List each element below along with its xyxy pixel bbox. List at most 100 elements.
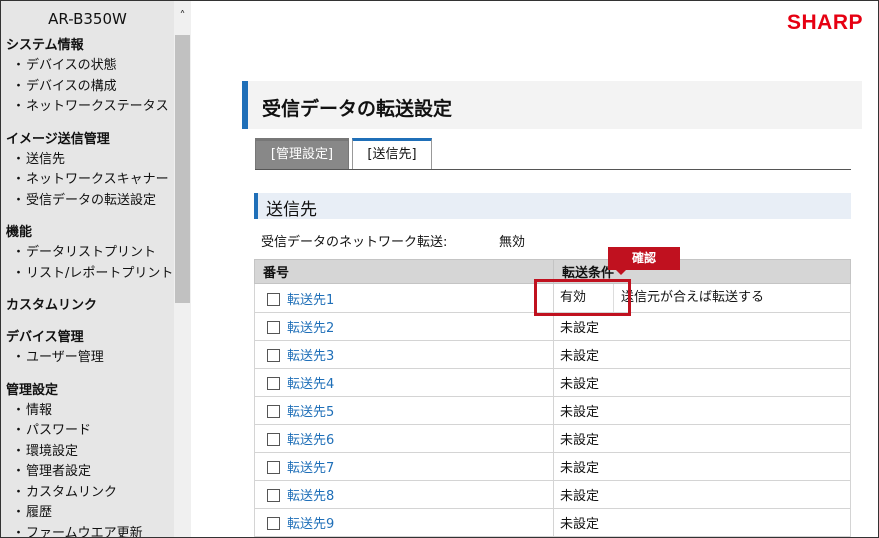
- condition-cell: 未設定: [553, 312, 851, 341]
- section-title: 送信先: [266, 200, 317, 220]
- sidebar-item-label: デバイスの構成: [26, 78, 117, 94]
- bullet-icon: ・: [12, 464, 26, 479]
- destination-link[interactable]: 転送先8: [287, 489, 334, 504]
- sidebar-scrollbar[interactable]: ˄: [174, 1, 191, 537]
- section-header: 送信先: [254, 193, 851, 220]
- destination-cell: 転送先3: [254, 340, 554, 369]
- sidebar-item[interactable]: ・カスタムリンク: [1, 483, 174, 504]
- bullet-icon: ・: [12, 402, 26, 418]
- row-checkbox[interactable]: [267, 292, 280, 306]
- chevron-up-icon[interactable]: ˄: [174, 1, 191, 35]
- column-header-number[interactable]: 番号: [254, 259, 554, 284]
- bullet-icon: ・: [12, 443, 26, 459]
- bullet-icon: ・: [12, 78, 26, 94]
- sidebar-item[interactable]: ・デバイスの構成: [1, 77, 174, 98]
- condition-cell: 未設定: [553, 396, 851, 425]
- sidebar-item[interactable]: ・デバイスの状態: [1, 56, 174, 77]
- bullet-icon: ・: [12, 58, 26, 73]
- nav-group: イメージ送信管理 ・送信先 ・ネットワークスキャナー ・受信データの転送設定: [1, 130, 174, 212]
- sidebar-item[interactable]: ・情報: [1, 401, 174, 422]
- scroll-thumb[interactable]: [175, 35, 190, 303]
- destination-cell: 転送先1: [254, 283, 554, 313]
- sidebar-item[interactable]: ・パスワード: [1, 421, 174, 442]
- sidebar-item-label: ネットワークスキャナー: [26, 172, 169, 187]
- destination-link[interactable]: 転送先4: [287, 377, 334, 392]
- condition-status: 未設定: [560, 377, 600, 392]
- destination-link[interactable]: 転送先1: [287, 293, 334, 308]
- condition-status: 未設定: [560, 349, 600, 364]
- sidebar-item[interactable]: ・受信データの転送設定: [1, 191, 174, 212]
- sidebar-item[interactable]: ・リスト/レポートプリント: [1, 264, 174, 285]
- nav-heading[interactable]: カスタムリンク: [1, 296, 174, 316]
- device-name: AR-B350W: [48, 10, 127, 28]
- nav-heading[interactable]: イメージ送信管理: [1, 130, 174, 150]
- row-checkbox[interactable]: [267, 489, 280, 502]
- row-checkbox[interactable]: [267, 349, 280, 362]
- sidebar-item[interactable]: ・データリストプリント: [1, 243, 174, 264]
- sidebar-item-label: ユーザー管理: [26, 350, 104, 365]
- nav-heading[interactable]: デバイス管理: [1, 328, 174, 348]
- condition-cell: 未設定: [553, 424, 851, 453]
- destination-link[interactable]: 転送先9: [287, 517, 334, 532]
- browser-frame: AR-B350W システム情報 ・デバイスの状態 ・デバイスの構成 ・ネットワークステ…: [0, 0, 879, 538]
- nav-heading[interactable]: 機能: [1, 223, 174, 243]
- condition-status: 未設定: [560, 517, 600, 532]
- condition-status: 未設定: [560, 405, 600, 420]
- sidebar: AR-B350W システム情報 ・デバイスの状態 ・デバイスの構成 ・ネットワークステ…: [1, 1, 174, 538]
- row-checkbox[interactable]: [267, 405, 280, 418]
- tab-destinations[interactable]: [送信先]: [352, 138, 432, 170]
- condition-cell: 未設定: [553, 452, 851, 481]
- destination-link[interactable]: 転送先5: [287, 405, 334, 420]
- sidebar-item[interactable]: ・ネットワークスキャナー: [1, 170, 174, 191]
- destination-cell: 転送先2: [254, 312, 554, 341]
- condition-cell: 未設定: [553, 480, 851, 509]
- row-checkbox[interactable]: [267, 377, 280, 390]
- sidebar-item[interactable]: ・ネットワークステータス: [1, 97, 174, 118]
- destination-cell: 転送先9: [254, 508, 554, 537]
- bullet-icon: ・: [12, 172, 26, 187]
- sidebar-item[interactable]: ・ユーザー管理: [1, 348, 174, 369]
- sidebar-item[interactable]: ・環境設定: [1, 442, 174, 463]
- page-title: 受信データの転送設定: [262, 98, 453, 120]
- table-row: 転送先9 未設定: [254, 508, 851, 537]
- nav-heading[interactable]: システム情報: [1, 36, 174, 56]
- highlight-box: [534, 279, 631, 316]
- table-row: 転送先3 未設定: [254, 340, 851, 369]
- row-checkbox[interactable]: [267, 433, 280, 446]
- nav-groups: システム情報 ・デバイスの状態 ・デバイスの構成 ・ネットワークステータス イメージ送信…: [1, 36, 174, 538]
- page-header: 受信データの転送設定: [242, 81, 862, 129]
- condition-detail: 送信元が合えば転送する: [621, 290, 765, 305]
- sidebar-item[interactable]: ・送信先: [1, 150, 174, 171]
- sidebar-item[interactable]: ・管理者設定: [1, 462, 174, 483]
- tab-admin-settings[interactable]: [管理設定]: [255, 138, 349, 170]
- destination-link[interactable]: 転送先6: [287, 433, 334, 448]
- row-checkbox[interactable]: [267, 321, 280, 334]
- sidebar-item-label: パスワード: [26, 423, 92, 438]
- sidebar-item-label: 送信先: [26, 151, 66, 167]
- row-checkbox[interactable]: [267, 461, 280, 474]
- condition-status: 未設定: [560, 321, 600, 336]
- destination-link[interactable]: 転送先7: [287, 461, 334, 476]
- destination-link[interactable]: 転送先2: [287, 321, 334, 336]
- destination-cell: 転送先7: [254, 452, 554, 481]
- row-checkbox[interactable]: [267, 517, 280, 530]
- destination-cell: 転送先6: [254, 424, 554, 453]
- nav-heading[interactable]: 管理設定: [1, 381, 174, 401]
- sidebar-item-label: 情報: [26, 402, 53, 418]
- sidebar-item[interactable]: ・ファームウエア更新: [1, 524, 174, 538]
- bullet-icon: ・: [12, 99, 26, 114]
- sidebar-item-label: 環境設定: [26, 443, 79, 459]
- sidebar-item-label: 履歴: [26, 505, 53, 520]
- table-row: 転送先5 未設定: [254, 396, 851, 425]
- table-row: 転送先6 未設定: [254, 424, 851, 453]
- bullet-icon: ・: [12, 423, 26, 438]
- bullet-icon: ・: [12, 350, 26, 365]
- table-row: 転送先4 未設定: [254, 368, 851, 397]
- sidebar-item-label: 受信データの転送設定: [26, 192, 157, 208]
- sidebar-item-label: リスト/レポートプリント: [26, 265, 174, 281]
- condition-cell: 未設定: [553, 368, 851, 397]
- bullet-icon: ・: [12, 151, 26, 167]
- sidebar-item[interactable]: ・履歴: [1, 503, 174, 524]
- sidebar-item-label: ファームウエア更新: [26, 525, 143, 538]
- destination-link[interactable]: 転送先3: [287, 349, 334, 364]
